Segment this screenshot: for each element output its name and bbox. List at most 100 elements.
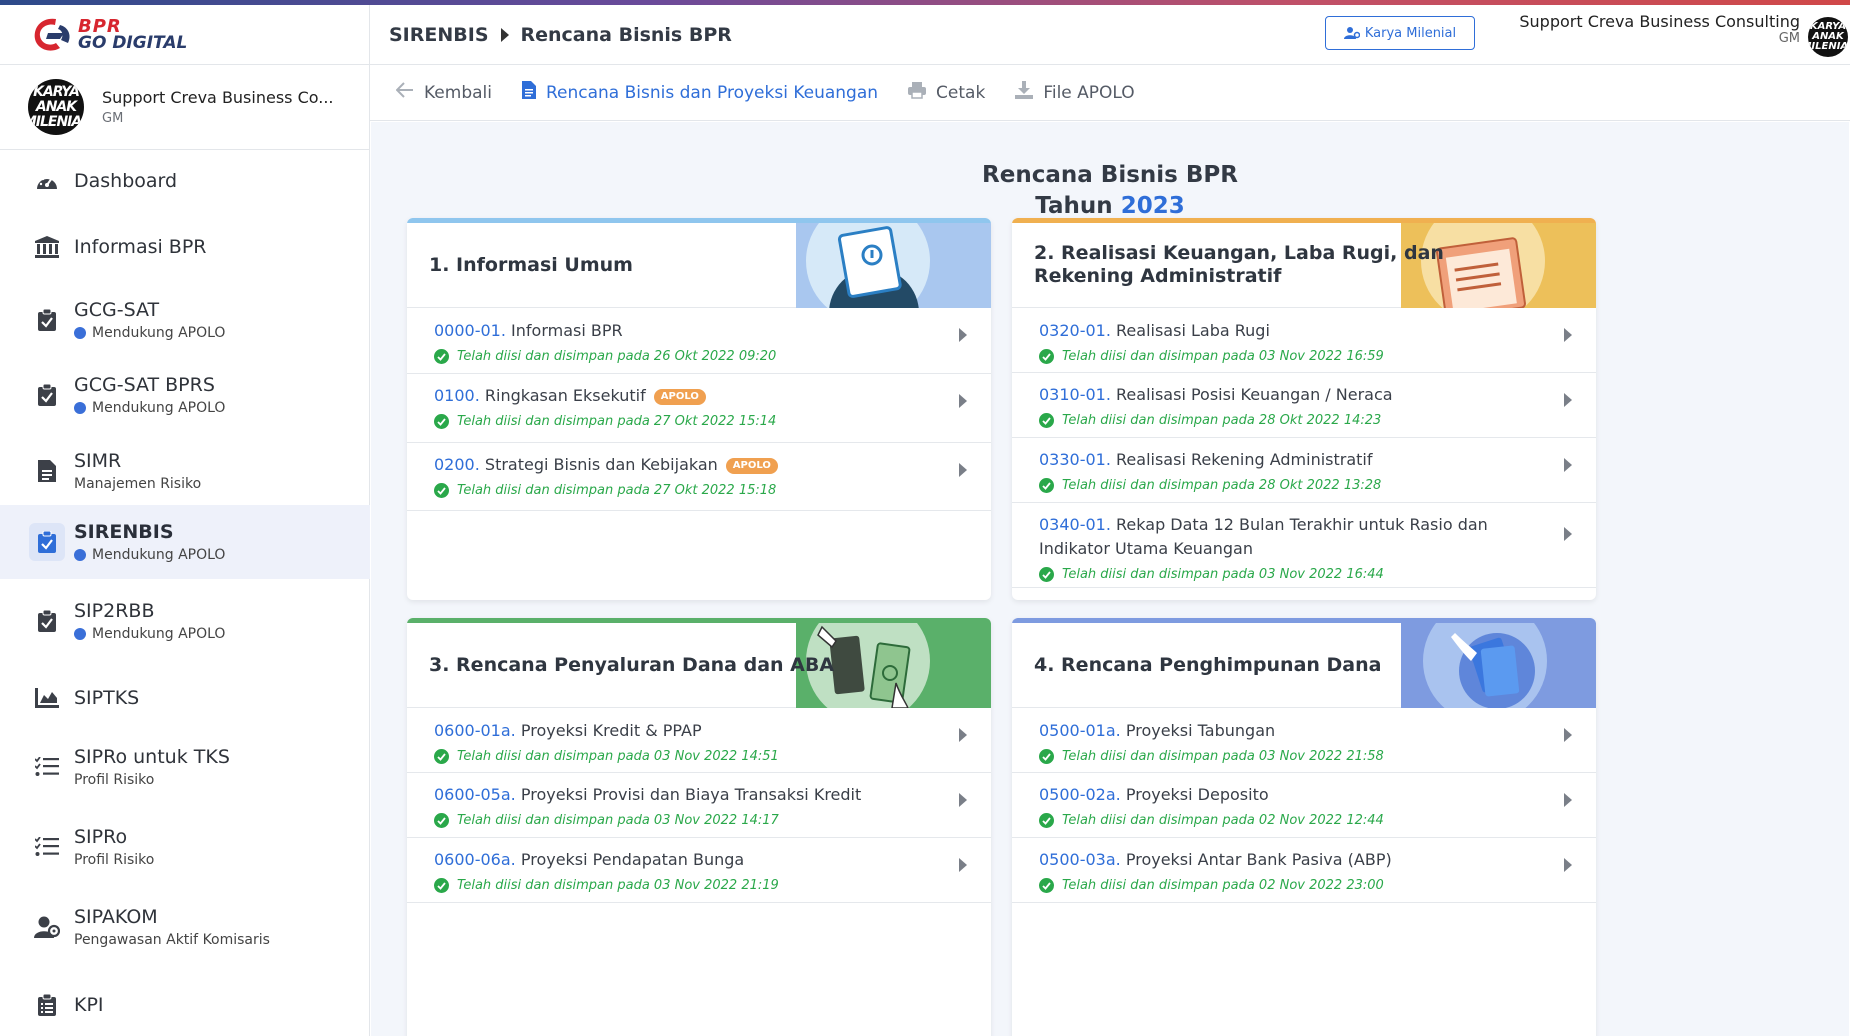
sidebar-item-label: GCG-SAT BPRS bbox=[74, 374, 215, 396]
sidebar-item-sub: Profil Risiko bbox=[74, 852, 154, 868]
sidebar-item-sipro[interactable]: SIPRo Profil Risiko bbox=[0, 813, 370, 881]
list-item-code: 0500-01a. bbox=[1039, 721, 1121, 740]
caret-right-icon[interactable] bbox=[1564, 328, 1572, 342]
caret-right-icon[interactable] bbox=[959, 793, 967, 807]
apolo-badge: APOLO bbox=[725, 458, 778, 474]
status-text: Telah diisi dan disimpan pada 27 Okt 202… bbox=[434, 414, 936, 429]
check-circle-icon bbox=[1039, 878, 1054, 893]
karya-milenial-button[interactable]: Karya Milenial bbox=[1325, 16, 1475, 50]
status-label: Telah diisi dan disimpan pada 03 Nov 202… bbox=[1062, 567, 1384, 582]
caret-right-icon[interactable] bbox=[1564, 527, 1572, 541]
sidebar-item-sub: Manajemen Risiko bbox=[74, 476, 201, 492]
clipboard-check-icon bbox=[29, 523, 65, 561]
sidebar-item-kpi[interactable]: KPI bbox=[0, 974, 370, 1036]
caret-right-icon[interactable] bbox=[959, 394, 967, 408]
file-apolo-button[interactable]: File APOLO bbox=[1015, 81, 1135, 104]
sidebar-item-label: KPI bbox=[74, 994, 104, 1016]
list-item[interactable]: 0000-01. Informasi BPR Telah diisi dan di… bbox=[407, 308, 991, 374]
list-item-text: Ringkasan Eksekutif bbox=[484, 386, 646, 405]
sidebar-item-sipakom[interactable]: SIPAKOM Pengawasan Aktif Komisaris bbox=[0, 893, 370, 961]
card-penghimpunan-dana: 4. Rencana Penghimpunan Dana 0500-01a. Pr… bbox=[1012, 618, 1596, 1036]
sidebar-item-simr[interactable]: SIMR Manajemen Risiko bbox=[0, 437, 370, 505]
breadcrumb-sirenbis[interactable]: SIRENBIS bbox=[389, 24, 489, 46]
sidebar-item-label: SIMR bbox=[74, 450, 122, 472]
rbpk-tab[interactable]: Rencana Bisnis dan Proyeksi Keuangan bbox=[521, 81, 878, 104]
list-item[interactable]: 0600-05a. Proyeksi Provisi dan Biaya Tra… bbox=[407, 773, 991, 838]
status-label: Telah diisi dan disimpan pada 28 Okt 202… bbox=[1062, 413, 1382, 428]
check-circle-icon bbox=[434, 349, 449, 364]
karya-milenial-label: Karya Milenial bbox=[1364, 25, 1457, 41]
status-text: Telah diisi dan disimpan pada 02 Nov 202… bbox=[1039, 878, 1541, 893]
list-item-text: Proyeksi Antar Bank Pasiva (ABP) bbox=[1125, 850, 1392, 869]
list-item-text: Proyeksi Pendapatan Bunga bbox=[520, 850, 745, 869]
list-item-code: 0600-05a. bbox=[434, 785, 516, 804]
caret-right-icon[interactable] bbox=[1564, 728, 1572, 742]
list-item-title: 0340-01. Rekap Data 12 Bulan Terakhir un… bbox=[1039, 503, 1541, 561]
checklist-icon bbox=[34, 754, 60, 780]
sidebar-item-siptks[interactable]: SIPTKS bbox=[0, 667, 370, 729]
list-item[interactable]: 0600-06a. Proyeksi Pendapatan Bunga Telah… bbox=[407, 838, 991, 903]
caret-right-icon[interactable] bbox=[1564, 793, 1572, 807]
clipboard-list-icon bbox=[34, 992, 60, 1018]
sidebar-item-sipro-untuk-tks[interactable]: SIPRo untuk TKS Profil Risiko bbox=[0, 733, 370, 801]
list-item[interactable]: 0500-01a. Proyeksi Tabungan Telah diisi d… bbox=[1012, 708, 1596, 773]
caret-right-icon[interactable] bbox=[959, 463, 967, 477]
card-illustration bbox=[1401, 623, 1596, 708]
status-label: Telah diisi dan disimpan pada 02 Nov 202… bbox=[1062, 878, 1384, 893]
list-item[interactable]: 0320-01. Realisasi Laba Rugi Telah diisi … bbox=[1012, 308, 1596, 373]
caret-right-icon[interactable] bbox=[1564, 858, 1572, 872]
caret-right-icon[interactable] bbox=[1564, 393, 1572, 407]
sidebar-item-informasi-bpr[interactable]: Informasi BPR bbox=[0, 216, 370, 278]
header-avatar[interactable]: KARYA ANAK MILENIAL bbox=[1808, 17, 1848, 57]
print-button[interactable]: Cetak bbox=[908, 81, 985, 104]
page-title: Rencana Bisnis BPR Tahun 2023 bbox=[371, 160, 1849, 222]
sidebar-item-gcg-sat[interactable]: GCG-SAT Mendukung APOLO bbox=[0, 286, 370, 354]
sidebar-item-sub: Mendukung APOLO bbox=[74, 626, 225, 642]
logo-icon bbox=[30, 15, 74, 55]
status-text: Telah diisi dan disimpan pada 03 Nov 202… bbox=[434, 749, 936, 764]
sidebar-item-sub: Mendukung APOLO bbox=[74, 400, 225, 416]
list-item[interactable]: 0500-03a. Proyeksi Antar Bank Pasiva (AB… bbox=[1012, 838, 1596, 903]
checklist-icon bbox=[34, 834, 60, 860]
breadcrumb-current: Rencana Bisnis BPR bbox=[520, 23, 732, 46]
sidebar-item-label: SIPAKOM bbox=[74, 906, 158, 928]
sidebar: BPR GO DIGITAL KARYA ANAK MILENIAL Suppo… bbox=[0, 5, 370, 1036]
print-label: Cetak bbox=[936, 82, 986, 103]
caret-right-icon[interactable] bbox=[959, 858, 967, 872]
check-circle-icon bbox=[434, 749, 449, 764]
sidebar-profile[interactable]: KARYA ANAK MILENIAL Support Creva Busine… bbox=[0, 65, 369, 150]
caret-right-icon[interactable] bbox=[959, 728, 967, 742]
page-title-text: Rencana Bisnis BPR bbox=[982, 162, 1238, 188]
back-button[interactable]: Kembali bbox=[395, 82, 492, 103]
list-item[interactable]: 0100. Ringkasan Eksekutif APOLO Telah diis… bbox=[407, 374, 991, 443]
list-item-title: 0000-01. Informasi BPR bbox=[434, 308, 936, 343]
caret-right-icon[interactable] bbox=[1564, 458, 1572, 472]
card-informasi-umum: 1. Informasi Umum 0000-01. Informasi BPR T… bbox=[407, 218, 991, 600]
brand-line1: BPR bbox=[78, 15, 122, 37]
sidebar-item-gcg-sat-bprs[interactable]: GCG-SAT BPRS Mendukung APOLO bbox=[0, 361, 370, 429]
area-chart-icon bbox=[34, 685, 60, 711]
sidebar-item-dashboard[interactable]: Dashboard bbox=[0, 150, 370, 212]
clipboard-check-icon bbox=[34, 307, 60, 333]
file-apolo-label: File APOLO bbox=[1043, 82, 1135, 103]
list-item-code: 0600-01a. bbox=[434, 721, 516, 740]
status-dot-icon bbox=[74, 549, 86, 561]
list-item[interactable]: 0310-01. Realisasi Posisi Keuangan / Ner… bbox=[1012, 373, 1596, 438]
header-user[interactable]: Support Creva Business Consulting GM bbox=[1519, 12, 1800, 46]
list-item[interactable]: 0500-02a. Proyeksi Deposito Telah diisi d… bbox=[1012, 773, 1596, 838]
caret-right-icon[interactable] bbox=[959, 328, 967, 342]
avatar: KARYA ANAK MILENIAL bbox=[28, 79, 84, 135]
brand-logo[interactable]: BPR GO DIGITAL bbox=[0, 5, 369, 65]
list-item[interactable]: 0200. Strategi Bisnis dan Kebijakan APOLO… bbox=[407, 443, 991, 511]
status-label: Telah diisi dan disimpan pada 03 Nov 202… bbox=[457, 878, 779, 893]
header-user-name: Support Creva Business Consulting bbox=[1519, 12, 1800, 31]
sidebar-item-label: Informasi BPR bbox=[74, 236, 207, 258]
card-penyaluran-dana: 3. Rencana Penyaluran Dana dan ABA 0600-0… bbox=[407, 618, 991, 1036]
list-item[interactable]: 0600-01a. Proyeksi Kredit & PPAP Telah di… bbox=[407, 708, 991, 773]
list-item[interactable]: 0340-01. Rekap Data 12 Bulan Terakhir un… bbox=[1012, 503, 1596, 588]
list-item[interactable]: 0330-01. Realisasi Rekening Administrati… bbox=[1012, 438, 1596, 503]
check-circle-icon bbox=[1039, 478, 1054, 493]
profile-role: GM bbox=[102, 111, 124, 126]
sidebar-item-sip2rbb[interactable]: SIP2RBB Mendukung APOLO bbox=[0, 587, 370, 655]
sidebar-item-sirenbis[interactable]: SIRENBIS Mendukung APOLO bbox=[0, 505, 370, 579]
